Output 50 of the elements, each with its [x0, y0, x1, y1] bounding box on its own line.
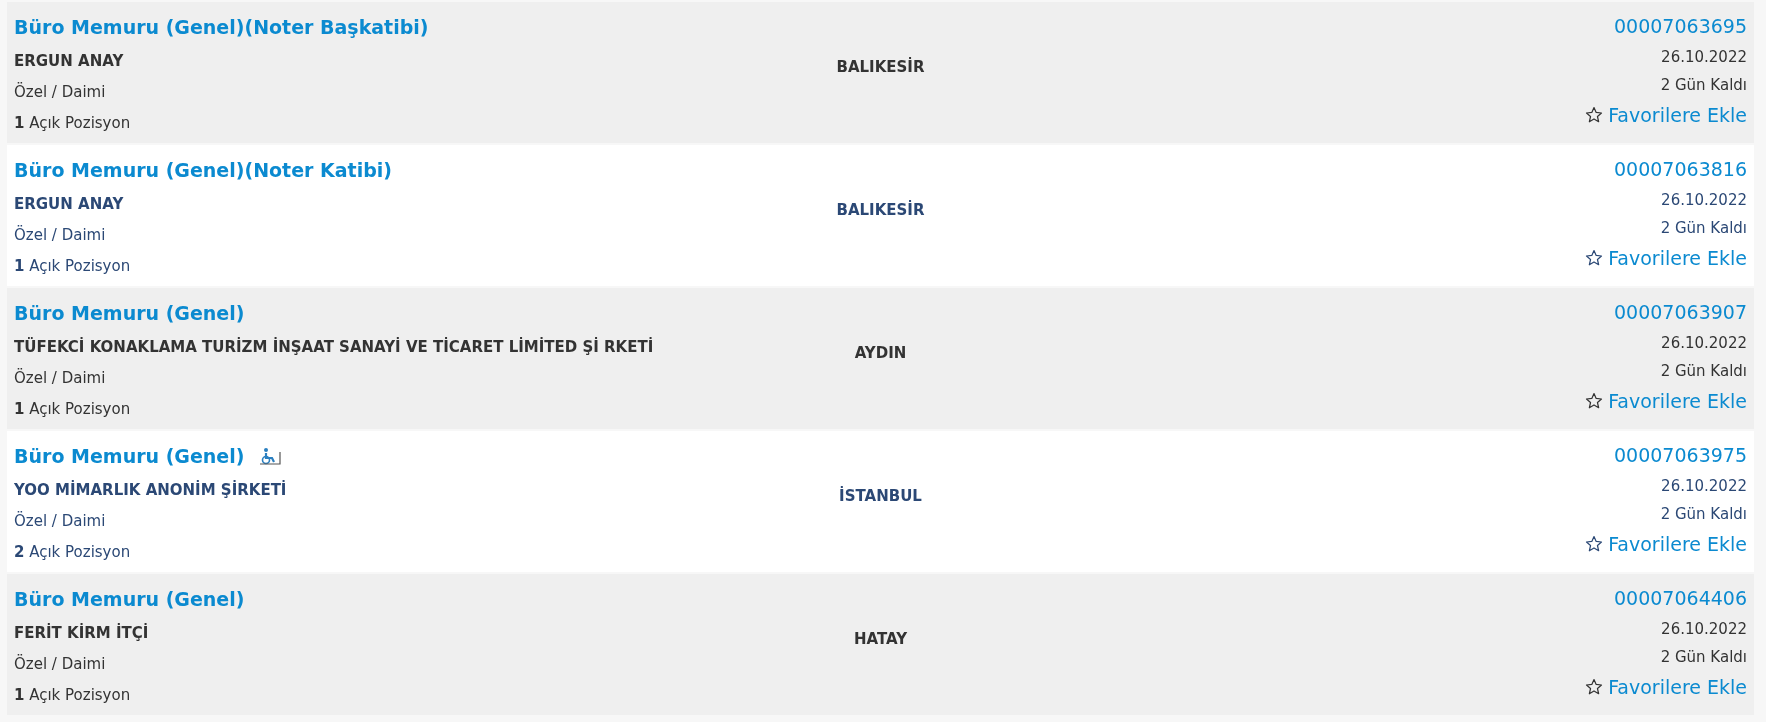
days-remaining: 2 Gün Kaldı	[1660, 647, 1747, 668]
days-remaining: 2 Gün Kaldı	[1660, 504, 1747, 525]
city-name: BALIKESİR	[836, 56, 925, 78]
city-name: BALIKESİR	[836, 199, 925, 221]
star-icon[interactable]	[1585, 678, 1604, 696]
employer-name: ERGUN ANAY	[14, 194, 125, 215]
employment-type: Özel / Daimi	[14, 224, 107, 246]
add-to-favorites-link[interactable]: Favorilere Ekle	[1608, 674, 1747, 700]
employment-type: Özel / Daimi	[14, 653, 107, 675]
days-remaining: 2 Gün Kaldı	[1660, 218, 1747, 239]
job-title-link[interactable]: Büro Memuru (Genel)	[14, 300, 245, 326]
listing-number-link[interactable]: 00007063695	[1614, 13, 1747, 39]
add-to-favorites-link[interactable]: Favorilere Ekle	[1608, 102, 1747, 128]
employment-type: Özel / Daimi	[14, 81, 107, 103]
open-positions-text: 1 Açık Pozisyon	[14, 256, 132, 277]
employment-type: Özel / Daimi	[14, 367, 107, 389]
employment-type: Özel / Daimi	[14, 510, 107, 532]
star-icon[interactable]	[1585, 392, 1604, 410]
employer-name: YOO MİMARLIK ANONİM ŞİRKETİ	[14, 479, 288, 501]
listing-number-link[interactable]: 00007064406	[1614, 585, 1747, 611]
deadline-date: 26.10.2022	[1661, 619, 1747, 640]
open-positions-text: 1 Açık Pozisyon	[14, 399, 132, 420]
employer-name: FERİT KİRM İTÇİ	[14, 622, 150, 644]
city-name: AYDIN	[854, 343, 907, 364]
deadline-date: 26.10.2022	[1661, 333, 1747, 354]
deadline-date: 26.10.2022	[1661, 190, 1747, 211]
listing-number-link[interactable]: 00007063975	[1614, 442, 1747, 468]
deadline-date: 26.10.2022	[1661, 47, 1747, 68]
employer-name: TÜFEKCİ KONAKLAMA TURİZM İNŞAAT SANAYİ VE TİCARET LİMİTED Şİ RKETİ	[14, 336, 655, 358]
job-title-link[interactable]: Büro Memuru (Genel)	[14, 586, 245, 612]
star-icon[interactable]	[1585, 249, 1604, 267]
star-icon[interactable]	[1585, 106, 1604, 124]
deadline-date: 26.10.2022	[1661, 476, 1747, 497]
open-positions-text: 2 Açık Pozisyon	[14, 542, 132, 563]
days-remaining: 2 Gün Kaldı	[1660, 75, 1747, 96]
add-to-favorites-link[interactable]: Favorilere Ekle	[1608, 245, 1747, 271]
listing-number-link[interactable]: 00007063907	[1614, 299, 1747, 325]
star-icon[interactable]	[1585, 535, 1604, 553]
job-title-link[interactable]: Büro Memuru (Genel)(Noter Katibi)	[14, 157, 392, 183]
job-title-link[interactable]: Büro Memuru (Genel)	[14, 443, 245, 469]
days-remaining: 2 Gün Kaldı	[1660, 361, 1747, 382]
add-to-favorites-link[interactable]: Favorilere Ekle	[1608, 388, 1747, 414]
open-positions-text: 1 Açık Pozisyon	[14, 113, 132, 134]
listing-number-link[interactable]: 00007063816	[1614, 156, 1747, 182]
add-to-favorites-link[interactable]: Favorilere Ekle	[1608, 531, 1747, 557]
employer-name: ERGUN ANAY	[14, 51, 125, 72]
job-title-link[interactable]: Büro Memuru (Genel)(Noter Başkatibi)	[14, 14, 429, 40]
open-positions-text: 1 Açık Pozisyon	[14, 685, 132, 706]
city-name: İSTANBUL	[839, 485, 922, 507]
city-name: HATAY	[853, 629, 908, 650]
